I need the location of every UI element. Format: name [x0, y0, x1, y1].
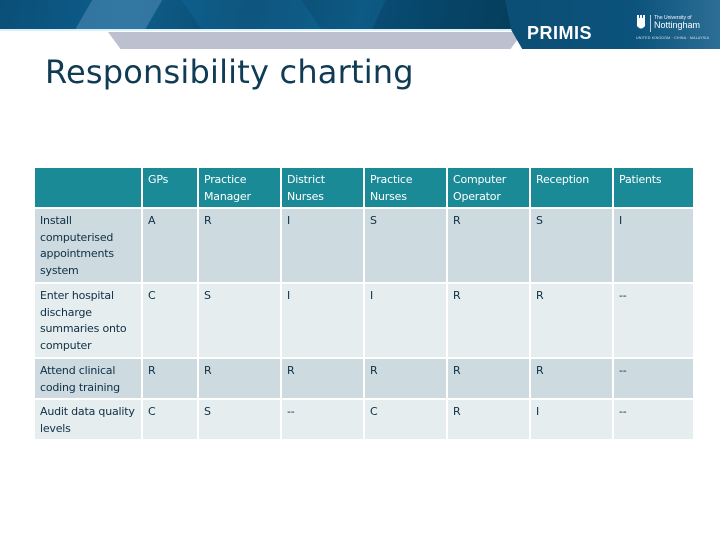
raci-cell: --: [614, 400, 693, 439]
raci-cell: R: [448, 209, 529, 282]
table-row: Attend clinical coding training R R R R …: [35, 359, 693, 398]
table-row: Enter hospital discharge summaries onto …: [35, 284, 693, 357]
column-header-reception: Reception: [531, 168, 612, 207]
column-header-practice-manager: Practice Manager: [199, 168, 280, 207]
raci-cell: S: [365, 209, 446, 282]
raci-cell: R: [448, 359, 529, 398]
university-campuses: UNITED KINGDOM · CHINA · MALAYSIA: [636, 36, 710, 40]
raci-cell: C: [143, 284, 197, 357]
primis-logo: PRIMIS: [527, 23, 593, 43]
responsibility-table: GPs Practice Manager District Nurses Pra…: [33, 166, 695, 441]
raci-cell: R: [282, 359, 363, 398]
slide-title: Responsibility charting: [45, 53, 414, 91]
raci-cell: R: [365, 359, 446, 398]
column-header-practice-nurses: Practice Nurses: [365, 168, 446, 207]
raci-cell: S: [199, 284, 280, 357]
raci-cell: I: [282, 209, 363, 282]
column-header: [35, 168, 141, 207]
column-header-district-nurses: District Nurses: [282, 168, 363, 207]
raci-cell: R: [143, 359, 197, 398]
table-row: Install computerised appointments system…: [35, 209, 693, 282]
task-cell: Attend clinical coding training: [35, 359, 141, 398]
raci-cell: --: [614, 359, 693, 398]
raci-cell: R: [448, 284, 529, 357]
task-cell: Enter hospital discharge summaries onto …: [35, 284, 141, 357]
raci-cell: --: [614, 284, 693, 357]
column-header-patients: Patients: [614, 168, 693, 207]
raci-cell: R: [531, 284, 612, 357]
raci-cell: I: [365, 284, 446, 357]
banner-decoration: [174, 0, 326, 30]
column-header-gps: GPs: [143, 168, 197, 207]
task-cell: Install computerised appointments system: [35, 209, 141, 282]
banner-decoration: [72, 0, 168, 30]
raci-cell: --: [282, 400, 363, 439]
table-header-row: GPs Practice Manager District Nurses Pra…: [35, 168, 693, 207]
raci-cell: C: [365, 400, 446, 439]
raci-cell: R: [531, 359, 612, 398]
university-name: Nottingham: [654, 20, 701, 30]
accent-bar: [108, 32, 523, 49]
task-cell: Audit data quality levels: [35, 400, 141, 439]
table-row: Audit data quality levels C S -- C R I -…: [35, 400, 693, 439]
raci-cell: R: [448, 400, 529, 439]
logo-divider: [650, 15, 651, 32]
raci-cell: I: [531, 400, 612, 439]
raci-cell: I: [282, 284, 363, 357]
raci-cell: A: [143, 209, 197, 282]
raci-cell: S: [531, 209, 612, 282]
raci-cell: R: [199, 209, 280, 282]
university-crest-icon: [637, 15, 645, 29]
column-header-computer-operator: Computer Operator: [448, 168, 529, 207]
raci-cell: I: [614, 209, 693, 282]
raci-cell: C: [143, 400, 197, 439]
raci-cell: R: [199, 359, 280, 398]
raci-cell: S: [199, 400, 280, 439]
